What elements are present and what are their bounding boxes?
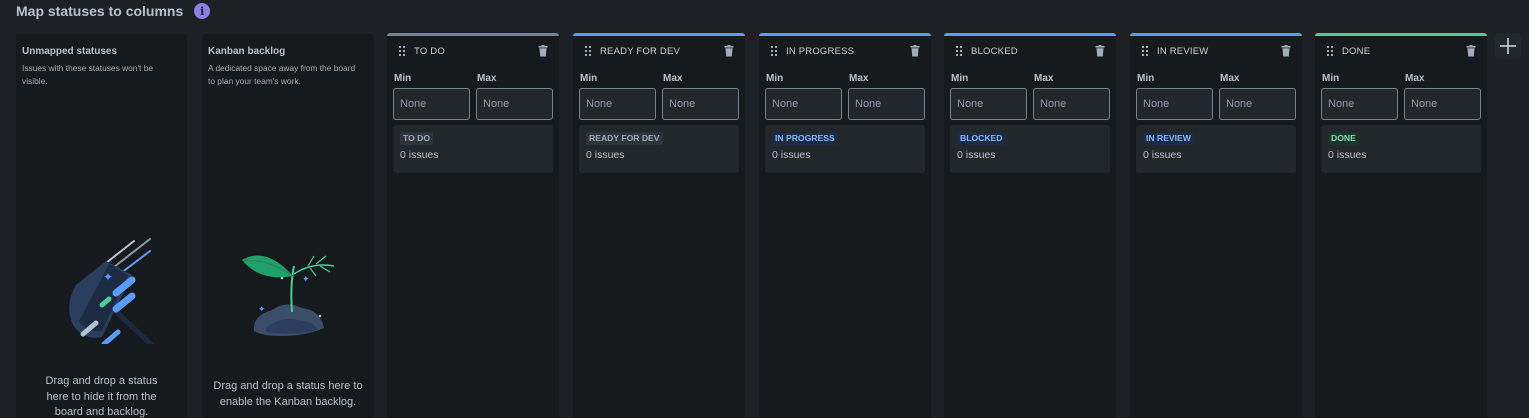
issue-count: 0 issues: [957, 149, 996, 161]
min-input[interactable]: [579, 88, 656, 120]
column-header: IN PROGRESS: [759, 43, 931, 59]
kanban-drop-hint: Drag and drop a status here to enable th…: [213, 380, 363, 408]
column-header: IN REVIEW: [1130, 43, 1302, 59]
min-label: Min: [1322, 73, 1340, 84]
plant-illustration: ✦ ✦: [242, 255, 335, 336]
max-input[interactable]: [476, 88, 553, 120]
status-column[interactable]: TO DO Min Max TO DO 0 issues: [387, 33, 559, 418]
issue-count: 0 issues: [586, 149, 625, 161]
trash-icon[interactable]: [1095, 45, 1105, 57]
column-name[interactable]: IN REVIEW: [1157, 46, 1208, 57]
column-header: DONE: [1315, 43, 1487, 59]
kanban-description: A dedicated space away from the board to…: [208, 63, 356, 86]
status-lozenge: BLOCKED: [957, 132, 1006, 145]
map-statuses-page: Map statuses to columns i Unmapped statu…: [0, 0, 1529, 418]
kanban-backlog-panel[interactable]: Kanban backlog A dedicated space away fr…: [202, 34, 374, 418]
trash-icon[interactable]: [724, 45, 734, 57]
status-column[interactable]: IN REVIEW Min Max IN REVIEW 0 issues: [1130, 33, 1302, 418]
issue-count: 0 issues: [772, 149, 811, 161]
rocket-illustration: ✦ ✦ ✦: [69, 238, 155, 344]
column-name[interactable]: READY FOR DEV: [600, 46, 680, 57]
min-label: Min: [1137, 73, 1155, 84]
column-header: READY FOR DEV: [573, 43, 745, 59]
issue-count: 0 issues: [1328, 149, 1367, 161]
max-input[interactable]: [848, 88, 925, 120]
unmapped-description: Issues with these statuses won't be visi…: [22, 63, 154, 86]
min-input[interactable]: [1136, 88, 1213, 120]
column-name[interactable]: BLOCKED: [971, 46, 1018, 57]
min-input[interactable]: [393, 88, 470, 120]
status-column[interactable]: BLOCKED Min Max BLOCKED 0 issues: [944, 33, 1116, 418]
status-card[interactable]: TO DO 0 issues: [393, 125, 553, 173]
max-label: Max: [663, 73, 683, 84]
status-card[interactable]: DONE 0 issues: [1321, 125, 1481, 173]
trash-icon[interactable]: [910, 45, 920, 57]
min-input[interactable]: [765, 88, 842, 120]
max-label: Max: [1034, 73, 1054, 84]
status-column[interactable]: IN PROGRESS Min Max IN PROGRESS 0 issues: [759, 33, 931, 418]
unmapped-drop-hint: Drag and drop a status here to hide it f…: [45, 375, 158, 418]
status-card[interactable]: IN REVIEW 0 issues: [1136, 125, 1296, 173]
max-input[interactable]: [1404, 88, 1481, 120]
unmapped-title: Unmapped statuses: [22, 46, 118, 57]
issue-count: 0 issues: [400, 149, 439, 161]
status-lozenge: DONE: [1328, 132, 1359, 145]
max-input[interactable]: [1033, 88, 1110, 120]
add-column-button[interactable]: [1495, 33, 1521, 59]
unmapped-statuses-panel[interactable]: Unmapped statuses Issues with these stat…: [16, 34, 187, 418]
status-column[interactable]: READY FOR DEV Min Max READY FOR DEV 0 is…: [573, 33, 745, 418]
column-header: TO DO: [387, 43, 559, 59]
status-lozenge: IN REVIEW: [1143, 132, 1194, 145]
status-card[interactable]: IN PROGRESS 0 issues: [765, 125, 925, 173]
issue-count: 0 issues: [1143, 149, 1182, 161]
column-name[interactable]: DONE: [1342, 46, 1370, 57]
max-label: Max: [1220, 73, 1240, 84]
kanban-title: Kanban backlog: [208, 46, 286, 57]
min-input[interactable]: [1321, 88, 1398, 120]
drag-handle-icon[interactable]: [771, 46, 777, 56]
svg-text:✦: ✦: [258, 305, 266, 315]
min-label: Min: [580, 73, 598, 84]
column-name[interactable]: IN PROGRESS: [786, 46, 854, 57]
min-label: Min: [394, 73, 412, 84]
min-label: Min: [766, 73, 784, 84]
drag-handle-icon[interactable]: [585, 46, 591, 56]
min-label: Min: [951, 73, 969, 84]
trash-icon[interactable]: [538, 45, 548, 57]
status-card[interactable]: BLOCKED 0 issues: [950, 125, 1110, 173]
status-column[interactable]: DONE Min Max DONE 0 issues: [1315, 33, 1487, 418]
max-label: Max: [849, 73, 869, 84]
drag-handle-icon[interactable]: [1327, 46, 1333, 56]
max-input[interactable]: [1219, 88, 1296, 120]
info-icon[interactable]: i: [194, 3, 211, 19]
drag-handle-icon[interactable]: [399, 46, 405, 56]
plus-icon: [1500, 38, 1516, 54]
status-lozenge: IN PROGRESS: [772, 132, 838, 145]
status-lozenge: TO DO: [400, 132, 434, 145]
status-card[interactable]: READY FOR DEV 0 issues: [579, 125, 739, 173]
trash-icon[interactable]: [1281, 45, 1291, 57]
max-label: Max: [477, 73, 497, 84]
page-header: Map statuses to columns i: [16, 0, 211, 22]
max-input[interactable]: [662, 88, 739, 120]
drag-handle-icon[interactable]: [1142, 46, 1148, 56]
status-lozenge: READY FOR DEV: [586, 132, 663, 145]
column-header: BLOCKED: [944, 43, 1116, 59]
svg-text:✦: ✦: [103, 270, 113, 284]
max-label: Max: [1405, 73, 1425, 84]
svg-text:✦: ✦: [302, 275, 310, 285]
page-title: Map statuses to columns: [16, 3, 184, 19]
min-input[interactable]: [950, 88, 1027, 120]
column-name[interactable]: TO DO: [414, 46, 445, 57]
trash-icon[interactable]: [1466, 45, 1476, 57]
drag-handle-icon[interactable]: [956, 46, 962, 56]
